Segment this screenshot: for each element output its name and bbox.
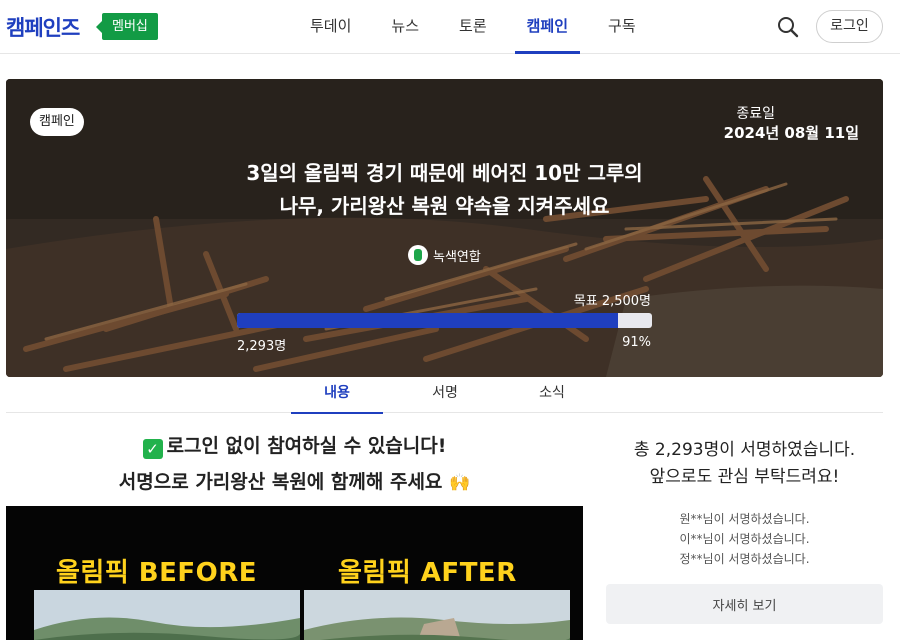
before-after-image: 올림픽 BEFORE 올림픽 AFTER — [6, 506, 583, 640]
list-item: 이**님이 서명하셨습니다. — [679, 532, 810, 546]
organizer-name: 녹색연합 — [433, 249, 481, 265]
total-signatures-message: 총 2,293명이 서명하였습니다. 앞으로도 관심 부탁드려요! — [606, 437, 883, 491]
before-photo — [34, 590, 300, 640]
campaign-hero[interactable]: 캠페인 종료일 2024년 08월 11일 3일의 올림픽 경기 때문에 베어진… — [6, 79, 883, 377]
signature-count: 2,293명 — [237, 339, 287, 354]
after-photo — [304, 590, 570, 640]
tab-news[interactable]: 소식 — [506, 377, 598, 413]
signature-progress-bar — [237, 313, 652, 328]
end-date-value: 2024년 08월 11일 — [723, 124, 859, 142]
after-label: 올림픽 AFTER — [338, 558, 517, 588]
campaign-title-line2: 나무, 가리왕산 복원 약속을 지켜주세요 — [279, 194, 610, 218]
site-logo[interactable]: 캠페인즈 — [6, 12, 80, 42]
signature-percent: 91% — [622, 335, 651, 350]
headline-line1: 로그인 없이 참여하실 수 있습니다! — [166, 435, 447, 457]
content-tabs: 내용 서명 소식 — [6, 377, 883, 414]
nav-news[interactable]: 뉴스 — [387, 0, 423, 54]
end-date-label: 종료일 — [736, 106, 775, 122]
login-button[interactable]: 로그인 — [816, 10, 883, 43]
campaign-title: 3일의 올림픽 경기 때문에 베어진 10만 그루의 나무, 가리왕산 복원 약… — [6, 157, 883, 223]
nav-campaign[interactable]: 캠페인 — [514, 0, 581, 54]
before-label: 올림픽 BEFORE — [56, 558, 258, 588]
main-nav: 투데이 뉴스 토론 캠페인 구독 — [290, 0, 656, 54]
campaign-tag: 캠페인 — [30, 108, 84, 136]
nav-today[interactable]: 투데이 — [306, 0, 355, 54]
recent-signers-list: 원**님이 서명하셨습니다. 이**님이 서명하셨습니다. 정**님이 서명하셨… — [606, 509, 883, 569]
list-item: 정**님이 서명하셨습니다. — [679, 552, 810, 566]
headline-line2: 서명으로 가리왕산 복원에 함께해 주세요 — [118, 471, 443, 493]
main-headline: ✓ 로그인 없이 참여하실 수 있습니다! 서명으로 가리왕산 복원에 함께해 주… — [6, 428, 583, 501]
check-icon: ✓ — [142, 439, 163, 459]
site-header: 캠페인즈 멤버십 투데이 뉴스 토론 캠페인 구독 로그인 — [0, 0, 900, 54]
organizer-logo-icon — [408, 245, 428, 265]
nav-subscribe[interactable]: 구독 — [604, 0, 640, 54]
total-line1: 총 2,293명이 서명하였습니다. — [633, 440, 856, 460]
list-item: 원**님이 서명하셨습니다. — [679, 512, 810, 526]
goal-text: 목표 2,500명 — [573, 294, 651, 309]
view-more-button[interactable]: 자세히 보기 — [606, 584, 883, 624]
progress-fill — [237, 313, 618, 328]
raised-hands-icon: 🙌 — [449, 473, 471, 493]
search-icon[interactable] — [776, 15, 800, 39]
total-line2: 앞으로도 관심 부탁드려요! — [649, 467, 840, 487]
tab-signatures[interactable]: 서명 — [399, 377, 491, 413]
membership-badge[interactable]: 멤버십 — [96, 13, 158, 40]
organizer[interactable]: 녹색연합 — [408, 245, 481, 265]
nav-debate[interactable]: 토론 — [455, 0, 491, 54]
tab-content[interactable]: 내용 — [291, 377, 383, 414]
campaign-title-line1: 3일의 올림픽 경기 때문에 베어진 10만 그루의 — [246, 161, 643, 185]
